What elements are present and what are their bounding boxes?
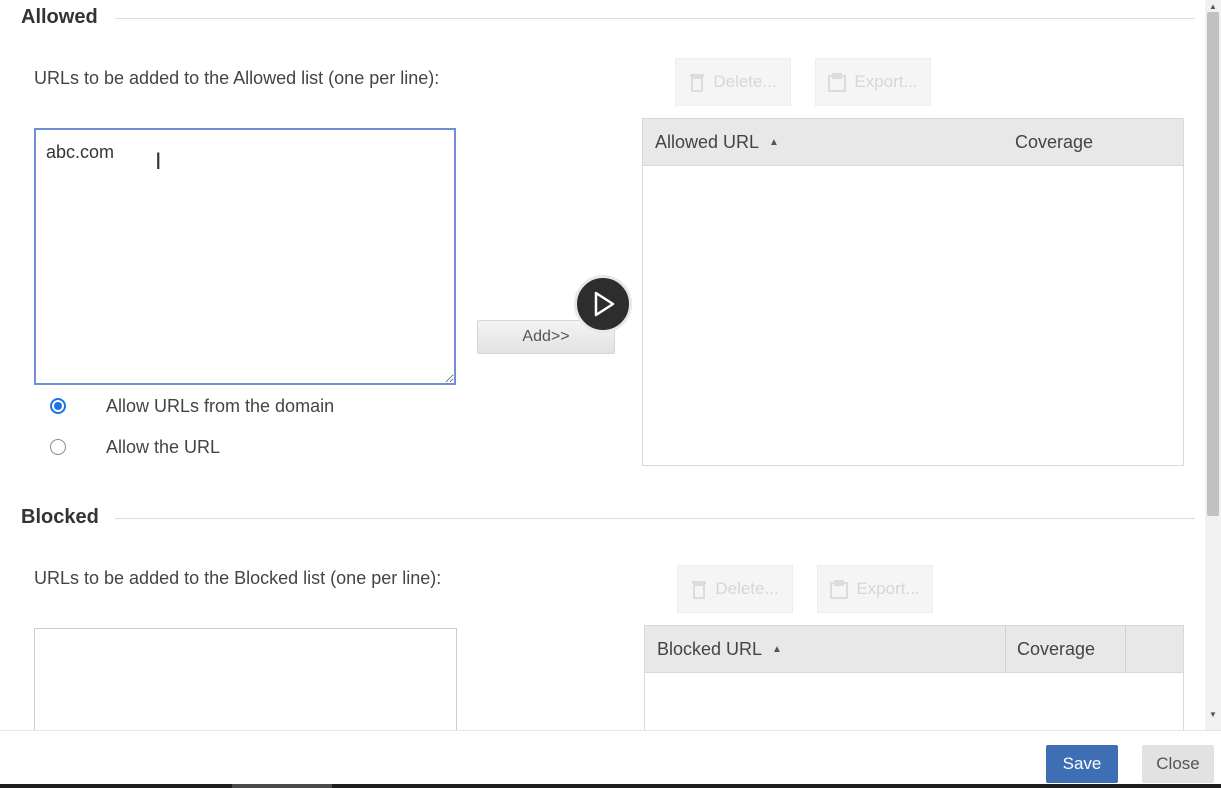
blocked-section-divider bbox=[115, 518, 1195, 519]
blocked-coverage-column-label: Coverage bbox=[1017, 638, 1096, 659]
video-play-button[interactable] bbox=[574, 275, 632, 333]
allowed-url-column-label: Allowed URL bbox=[655, 131, 760, 152]
trash-icon bbox=[690, 74, 705, 92]
radio-allow-url[interactable]: Allow the URL bbox=[50, 435, 220, 459]
radio-allow-url-label: Allow the URL bbox=[106, 436, 221, 457]
vertical-scrollbar[interactable]: ▲ ▼ bbox=[1205, 0, 1221, 730]
blocked-url-column-header[interactable]: Blocked URL ▲ bbox=[657, 626, 782, 672]
allowed-url-column-header[interactable]: Allowed URL ▲ bbox=[655, 119, 779, 165]
radio-allow-domain-label: Allow URLs from the domain bbox=[106, 395, 335, 416]
blocked-urls-textarea[interactable] bbox=[34, 628, 457, 730]
allowed-export-button[interactable]: Export... bbox=[815, 58, 931, 106]
dialog-content: Allowed URLs to be added to the Allowed … bbox=[0, 0, 1205, 730]
allowed-delete-label: Delete... bbox=[713, 72, 777, 91]
radio-allow-domain-indicator[interactable] bbox=[50, 398, 66, 414]
column-divider bbox=[1005, 626, 1006, 672]
radio-allow-url-indicator[interactable] bbox=[50, 439, 66, 455]
sort-ascending-icon: ▲ bbox=[769, 136, 779, 148]
allowed-urls-grid: Allowed URL ▲ Coverage bbox=[642, 118, 1184, 466]
blocked-grid-header: Blocked URL ▲ Coverage bbox=[645, 626, 1183, 673]
allowed-section-title: Allowed bbox=[21, 6, 98, 28]
blocked-section-title: Blocked bbox=[21, 506, 99, 528]
blocked-description: URLs to be added to the Blocked list (on… bbox=[34, 568, 442, 588]
dialog-footer: Save Close bbox=[0, 730, 1221, 785]
scrollbar-thumb[interactable] bbox=[1207, 12, 1219, 516]
allowed-delete-button[interactable]: Delete... bbox=[675, 58, 791, 106]
allowed-export-label: Export... bbox=[854, 72, 918, 91]
play-icon bbox=[594, 291, 615, 317]
allowed-urls-textarea[interactable] bbox=[34, 128, 456, 385]
radio-allow-domain[interactable]: Allow URLs from the domain bbox=[50, 394, 334, 418]
allowed-section-divider bbox=[115, 18, 1195, 19]
close-button[interactable]: Close bbox=[1142, 745, 1214, 783]
text-cursor-icon: I bbox=[155, 150, 162, 175]
scroll-down-arrow-icon[interactable]: ▼ bbox=[1209, 710, 1217, 719]
save-button[interactable]: Save bbox=[1046, 745, 1118, 783]
video-progress-bar[interactable] bbox=[0, 784, 1221, 788]
allowed-coverage-column-label: Coverage bbox=[1015, 131, 1094, 152]
video-progress-segment bbox=[232, 784, 332, 788]
blocked-coverage-column-header[interactable]: Coverage bbox=[1017, 626, 1095, 672]
blocked-delete-button[interactable]: Delete... bbox=[677, 565, 793, 613]
allowed-coverage-column-header[interactable]: Coverage bbox=[1015, 119, 1093, 165]
allowed-grid-header: Allowed URL ▲ Coverage bbox=[643, 119, 1183, 166]
allowed-description: URLs to be added to the Allowed list (on… bbox=[34, 68, 440, 88]
blocked-url-column-label: Blocked URL bbox=[657, 638, 763, 659]
export-icon bbox=[828, 73, 847, 92]
scroll-up-arrow-icon[interactable]: ▲ bbox=[1209, 2, 1217, 11]
export-icon bbox=[830, 580, 849, 599]
blocked-urls-grid: Blocked URL ▲ Coverage bbox=[644, 625, 1184, 730]
trash-icon bbox=[692, 581, 707, 599]
column-divider bbox=[1125, 626, 1126, 672]
blocked-export-button[interactable]: Export... bbox=[817, 565, 933, 613]
blocked-export-label: Export... bbox=[856, 579, 920, 598]
blocked-delete-label: Delete... bbox=[715, 579, 779, 598]
sort-ascending-icon: ▲ bbox=[772, 643, 782, 655]
